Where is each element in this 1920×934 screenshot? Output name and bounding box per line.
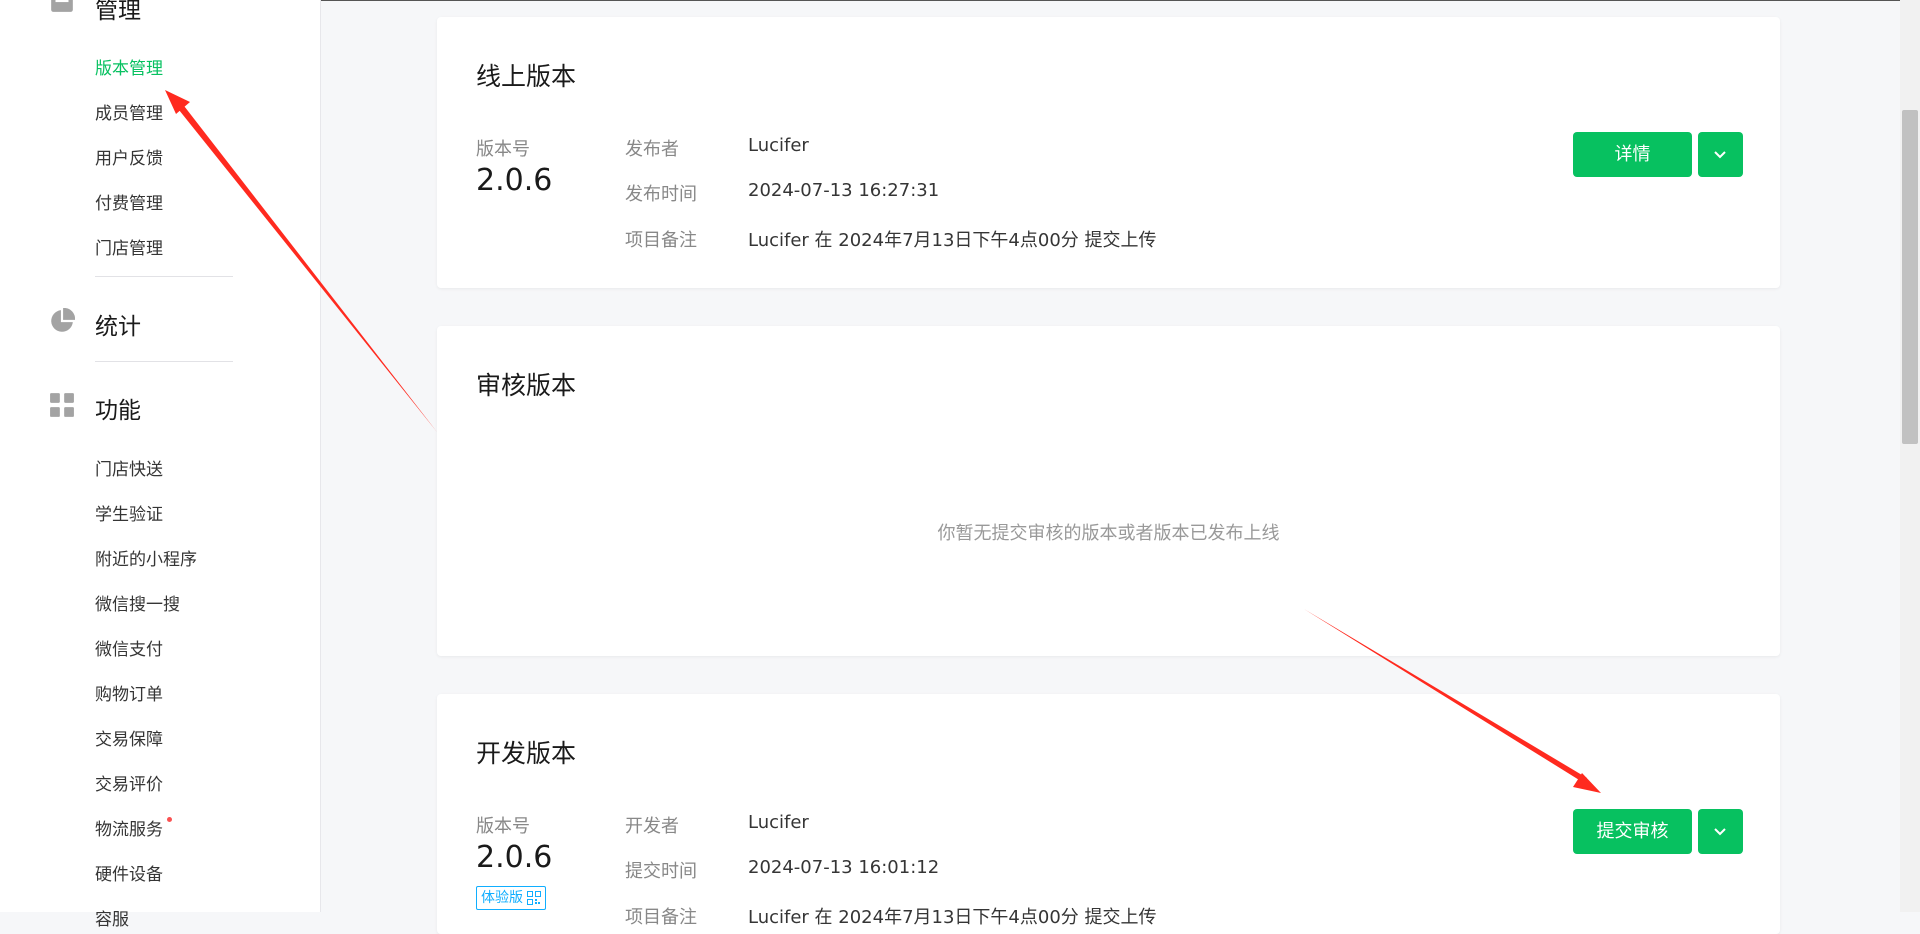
project-note-label: 项目备注 <box>625 230 697 251</box>
chevron-down-icon <box>1714 828 1726 836</box>
sidebar-item-payment-management[interactable]: 付费管理 <box>95 189 163 214</box>
sidebar-item-user-feedback[interactable]: 用户反馈 <box>95 144 163 169</box>
version-number: 2.0.6 <box>476 840 553 875</box>
chevron-down-icon <box>1714 151 1726 159</box>
sidebar: 管理 版本管理 成员管理 用户反馈 付费管理 门店管理 统计 功能 门店快送 学… <box>0 0 321 930</box>
notification-dot <box>167 817 172 822</box>
scrollbar-thumb[interactable] <box>1902 110 1918 444</box>
sidebar-section-manage[interactable]: 管理 <box>95 0 141 25</box>
sidebar-section-stats[interactable]: 统计 <box>95 307 141 341</box>
trial-badge-label: 体验版 <box>481 890 523 906</box>
sidebar-item-customer-service[interactable]: 容服 <box>95 905 129 930</box>
developer-label: 开发者 <box>625 816 679 837</box>
dev-more-dropdown-button[interactable] <box>1698 809 1743 854</box>
developer-value: Lucifer <box>748 812 809 833</box>
sidebar-item-store-delivery[interactable]: 门店快送 <box>95 455 163 480</box>
sidebar-item-student-verification[interactable]: 学生验证 <box>95 500 163 525</box>
publish-time-value: 2024-07-13 16:27:31 <box>748 180 940 201</box>
version-number-label: 版本号 <box>476 139 530 160</box>
online-version-card: 线上版本 版本号 2.0.6 发布者 Lucifer 发布时间 2024-07-… <box>437 17 1780 288</box>
sidebar-item-transaction-guarantee[interactable]: 交易保障 <box>95 725 163 750</box>
sidebar-item-transaction-review[interactable]: 交易评价 <box>95 770 163 795</box>
sidebar-item-store-management[interactable]: 门店管理 <box>95 234 163 259</box>
sidebar-section-features[interactable]: 功能 <box>95 391 141 425</box>
sidebar-item-wechat-search[interactable]: 微信搜一搜 <box>95 590 180 615</box>
qr-code-icon <box>527 891 541 905</box>
online-more-dropdown-button[interactable] <box>1698 132 1743 177</box>
review-version-title: 审核版本 <box>476 371 577 400</box>
publisher-value: Lucifer <box>748 135 809 156</box>
online-version-title: 线上版本 <box>476 62 577 91</box>
publish-time-label: 发布时间 <box>625 184 697 205</box>
submit-review-button[interactable]: 提交审核 <box>1573 809 1692 854</box>
version-number-label: 版本号 <box>476 816 530 837</box>
dev-version-title: 开发版本 <box>476 739 577 768</box>
sidebar-item-version-management[interactable]: 版本管理 <box>95 54 163 79</box>
detail-button[interactable]: 详情 <box>1573 132 1692 177</box>
version-number: 2.0.6 <box>476 163 553 198</box>
sidebar-item-member-management[interactable]: 成员管理 <box>95 99 163 124</box>
review-version-card: 审核版本 你暂无提交审核的版本或者版本已发布上线 <box>437 326 1780 656</box>
inbox-icon <box>51 0 73 12</box>
sidebar-item-nearby-miniprogram[interactable]: 附近的小程序 <box>95 545 197 570</box>
sidebar-divider <box>95 361 233 362</box>
review-empty-message: 你暂无提交审核的版本或者版本已发布上线 <box>937 523 1280 544</box>
pie-chart-icon <box>51 308 75 332</box>
publisher-label: 发布者 <box>625 139 679 160</box>
grid-icon <box>50 393 74 417</box>
submit-time-value: 2024-07-13 16:01:12 <box>748 857 940 878</box>
submit-time-label: 提交时间 <box>625 861 697 882</box>
project-note-label: 项目备注 <box>625 907 697 928</box>
project-note-value: Lucifer 在 2024年7月13日下午4点00分 提交上传 <box>748 230 1157 251</box>
sidebar-item-hardware[interactable]: 硬件设备 <box>95 860 163 885</box>
sidebar-item-shopping-orders[interactable]: 购物订单 <box>95 680 163 705</box>
sidebar-item-wechat-pay[interactable]: 微信支付 <box>95 635 163 660</box>
sidebar-divider <box>95 276 233 277</box>
trial-version-badge[interactable]: 体验版 <box>476 886 546 910</box>
sidebar-item-label: 物流服务 <box>95 820 163 840</box>
dev-version-card: 开发版本 版本号 2.0.6 体验版 开发者 Lucifer 提交时间 2024… <box>437 694 1780 934</box>
project-note-value: Lucifer 在 2024年7月13日下午4点00分 提交上传 <box>748 907 1157 928</box>
sidebar-item-logistics[interactable]: 物流服务 <box>95 815 172 840</box>
